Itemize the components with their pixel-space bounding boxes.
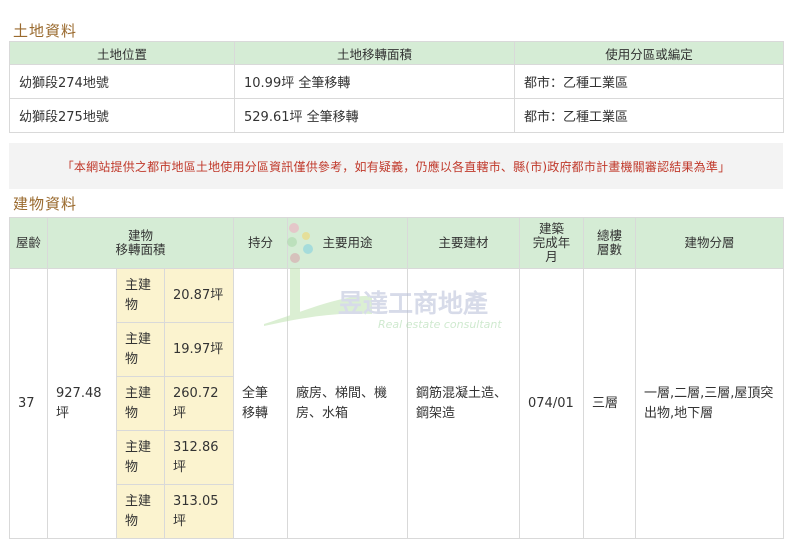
table-row: 幼獅段274地號 10.99坪 全筆移轉 都市：乙種工業區 <box>9 64 784 99</box>
land-section-title: 土地資料 <box>13 22 78 40</box>
building-completed: 074/01 <box>519 268 585 539</box>
sub-building-label: 主建物 <box>116 484 165 539</box>
building-levels: 一層,二層,三層,屋頂突出物,地下層 <box>635 268 785 539</box>
col-main-use: 主要用途 <box>287 217 409 269</box>
table-row: 幼獅段275地號 529.61坪 全筆移轉 都市：乙種工業區 <box>9 98 784 133</box>
building-table: 屋齡 建物 移轉面積 持分 主要用途 主要建材 建築 完成年 月 總樓 層數 建… <box>9 217 785 539</box>
building-total-area: 927.48坪 <box>47 268 117 539</box>
table-row: 37 927.48坪 主建物 20.87坪 全筆移轉 廠房、梯間、機房、水箱 鋼… <box>9 268 785 539</box>
building-material: 鋼筋混凝土造、鋼架造 <box>407 268 521 539</box>
col-completed: 建築 完成年 月 <box>519 217 585 269</box>
land-location: 幼獅段275地號 <box>9 98 235 133</box>
sub-building-label: 主建物 <box>116 322 165 377</box>
sub-building-area: 313.05坪 <box>163 484 235 539</box>
col-age: 屋齡 <box>9 217 48 269</box>
col-land-location: 土地位置 <box>9 41 235 65</box>
building-section-title: 建物資料 <box>13 195 78 213</box>
building-age: 37 <box>9 268 48 539</box>
zoning-disclaimer: 「本網站提供之都市地區土地使用分區資訊僅供參考，如有疑義，仍應以各直轄市、縣(市… <box>9 143 783 189</box>
building-main-use: 廠房、梯間、機房、水箱 <box>287 268 409 539</box>
col-land-zoning: 使用分區或編定 <box>514 41 784 65</box>
building-share: 全筆移轉 <box>233 268 289 539</box>
land-location: 幼獅段274地號 <box>9 64 235 99</box>
sub-building-label: 主建物 <box>116 430 165 485</box>
sub-building-area: 312.86坪 <box>163 430 235 485</box>
sub-building-area: 260.72坪 <box>163 376 235 431</box>
land-table: 土地位置 土地移轉面積 使用分區或編定 幼獅段274地號 10.99坪 全筆移轉… <box>9 41 784 133</box>
sub-building-area: 19.97坪 <box>163 322 235 377</box>
land-area: 529.61坪 全筆移轉 <box>234 98 515 133</box>
sub-building-area: 20.87坪 <box>163 268 235 323</box>
col-material: 主要建材 <box>407 217 521 269</box>
land-zoning: 都市：乙種工業區 <box>514 64 784 99</box>
sub-building-label: 主建物 <box>116 268 165 323</box>
col-land-area: 土地移轉面積 <box>234 41 515 65</box>
col-share: 持分 <box>233 217 289 269</box>
land-zoning: 都市：乙種工業區 <box>514 98 784 133</box>
land-area: 10.99坪 全筆移轉 <box>234 64 515 99</box>
col-levels: 建物分層 <box>635 217 785 269</box>
land-table-header: 土地位置 土地移轉面積 使用分區或編定 <box>9 41 784 65</box>
sub-building-label: 主建物 <box>116 376 165 431</box>
building-floors: 三層 <box>583 268 637 539</box>
col-floors: 總樓 層數 <box>583 217 637 269</box>
building-table-header: 屋齡 建物 移轉面積 持分 主要用途 主要建材 建築 完成年 月 總樓 層數 建… <box>9 217 785 269</box>
col-building-area: 建物 移轉面積 <box>46 217 235 269</box>
